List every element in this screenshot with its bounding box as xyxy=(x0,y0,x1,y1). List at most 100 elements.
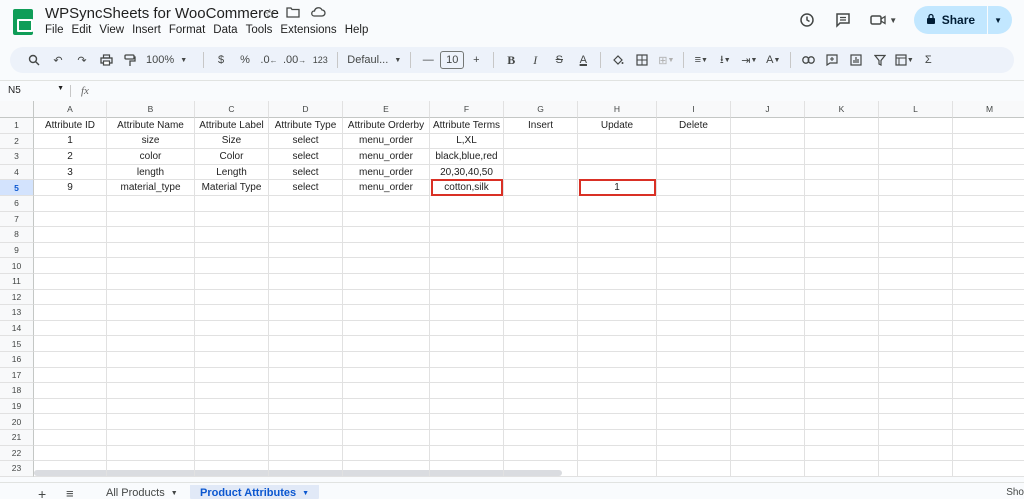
cell-M20[interactable] xyxy=(953,414,1024,430)
cell-K9[interactable] xyxy=(805,242,879,259)
cell-L6[interactable] xyxy=(879,196,953,212)
horizontal-align-icon[interactable]: ≡ ▼ xyxy=(689,49,713,71)
row-header-13[interactable]: 13 xyxy=(0,305,34,321)
cell-J10[interactable] xyxy=(731,258,805,274)
cell-L11[interactable] xyxy=(879,274,953,290)
insert-comment-icon[interactable] xyxy=(820,49,844,71)
cell-I10[interactable] xyxy=(657,258,731,274)
row-header-21[interactable]: 21 xyxy=(0,430,34,446)
cell-L10[interactable] xyxy=(879,258,953,274)
row-header-4[interactable]: 4 xyxy=(0,164,34,181)
column-header-h[interactable]: H xyxy=(578,101,657,118)
cell-I17[interactable] xyxy=(657,367,731,384)
cell-H23[interactable] xyxy=(578,461,657,477)
cell-M12[interactable] xyxy=(953,290,1024,306)
fill-color-icon[interactable] xyxy=(606,49,630,71)
cell-I15[interactable] xyxy=(657,336,731,352)
column-header-k[interactable]: K xyxy=(805,101,879,118)
cell-K20[interactable] xyxy=(805,414,879,430)
cell-A9[interactable] xyxy=(34,242,107,259)
cell-E18[interactable] xyxy=(343,383,430,399)
menu-file[interactable]: File xyxy=(45,24,68,36)
cell-B13[interactable] xyxy=(107,305,195,321)
cell-G19[interactable] xyxy=(504,398,578,415)
cell-L3[interactable] xyxy=(879,149,953,165)
undo-icon[interactable]: ↶ xyxy=(46,49,70,71)
cell-J9[interactable] xyxy=(731,242,805,259)
cell-C3[interactable]: Color xyxy=(195,149,269,165)
cell-A22[interactable] xyxy=(34,445,107,462)
cell-L20[interactable] xyxy=(879,414,953,430)
row-header-15[interactable]: 15 xyxy=(0,336,34,352)
comments-icon[interactable] xyxy=(832,9,854,31)
row-header-17[interactable]: 17 xyxy=(0,367,34,384)
document-title[interactable]: WPSyncSheets for WooCommerce xyxy=(45,5,279,22)
cell-D20[interactable] xyxy=(269,414,343,430)
cell-B6[interactable] xyxy=(107,196,195,212)
cell-G18[interactable] xyxy=(504,383,578,399)
cell-L1[interactable] xyxy=(879,118,953,134)
cell-H7[interactable] xyxy=(578,211,657,228)
cell-D7[interactable] xyxy=(269,211,343,228)
cell-F7[interactable] xyxy=(430,211,504,228)
cell-E3[interactable]: menu_order xyxy=(343,149,430,165)
cell-M21[interactable] xyxy=(953,430,1024,446)
cell-C8[interactable] xyxy=(195,227,269,243)
cell-A23[interactable] xyxy=(34,461,107,477)
cell-E5[interactable]: menu_order xyxy=(343,180,430,196)
cell-L19[interactable] xyxy=(879,398,953,415)
cell-E10[interactable] xyxy=(343,258,430,274)
cell-I19[interactable] xyxy=(657,398,731,415)
italic-button[interactable]: I xyxy=(523,49,547,71)
cell-M4[interactable] xyxy=(953,165,1024,181)
cell-K2[interactable] xyxy=(805,133,879,150)
cell-G5[interactable] xyxy=(504,180,578,196)
cell-A19[interactable] xyxy=(34,398,107,415)
cell-H13[interactable] xyxy=(578,305,657,321)
column-header-d[interactable]: D xyxy=(269,101,343,118)
row-header-2[interactable]: 2 xyxy=(0,133,34,150)
cell-K4[interactable] xyxy=(805,164,879,181)
cell-H1[interactable]: Update xyxy=(578,118,657,134)
cell-A3[interactable]: 2 xyxy=(34,149,107,165)
cell-B21[interactable] xyxy=(107,430,195,446)
chevron-down-icon[interactable]: ▼ xyxy=(171,490,178,497)
cell-M5[interactable] xyxy=(953,180,1024,196)
cell-M13[interactable] xyxy=(953,305,1024,321)
cell-M8[interactable] xyxy=(953,227,1024,243)
cell-L8[interactable] xyxy=(879,227,953,243)
cell-L18[interactable] xyxy=(879,383,953,399)
chevron-down-icon[interactable]: ▼ xyxy=(302,490,309,497)
cell-A16[interactable] xyxy=(34,352,107,368)
cell-B14[interactable] xyxy=(107,320,195,337)
cloud-status-icon[interactable] xyxy=(310,6,326,22)
cell-H20[interactable] xyxy=(578,414,657,430)
cell-G9[interactable] xyxy=(504,242,578,259)
cell-E22[interactable] xyxy=(343,445,430,462)
vertical-align-icon[interactable]: ⭳ ▼ xyxy=(713,49,737,71)
cell-I21[interactable] xyxy=(657,430,731,446)
cell-C11[interactable] xyxy=(195,274,269,290)
cell-C19[interactable] xyxy=(195,398,269,415)
cell-I2[interactable] xyxy=(657,133,731,150)
cell-G20[interactable] xyxy=(504,414,578,430)
cell-A15[interactable] xyxy=(34,336,107,352)
cell-E17[interactable] xyxy=(343,367,430,384)
cell-C2[interactable]: Size xyxy=(195,133,269,150)
cell-H10[interactable] xyxy=(578,258,657,274)
row-header-22[interactable]: 22 xyxy=(0,445,34,462)
cell-B5[interactable]: material_type xyxy=(107,180,195,196)
move-folder-icon[interactable] xyxy=(286,6,300,22)
cell-D3[interactable]: select xyxy=(269,149,343,165)
cell-D5[interactable]: select xyxy=(269,180,343,196)
select-all-corner[interactable] xyxy=(0,101,34,118)
cell-B23[interactable] xyxy=(107,461,195,477)
cell-E4[interactable]: menu_order xyxy=(343,164,430,181)
cell-M9[interactable] xyxy=(953,243,1024,259)
zoom-select[interactable]: 100% ▼ xyxy=(142,49,198,71)
column-header-l[interactable]: L xyxy=(879,101,953,118)
cell-J14[interactable] xyxy=(731,320,805,337)
cell-E8[interactable] xyxy=(343,227,430,243)
cell-E23[interactable] xyxy=(343,461,430,477)
cell-L13[interactable] xyxy=(879,305,953,321)
